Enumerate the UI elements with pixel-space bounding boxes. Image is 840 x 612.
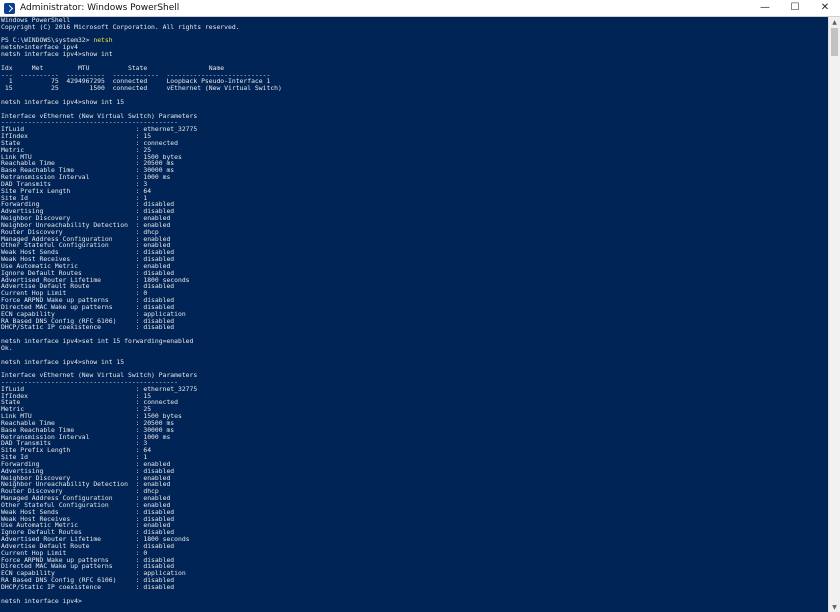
window-title: Administrator: Windows PowerShell [20,3,180,13]
console-line: DHCP/Static IP coexistence : disabled [1,323,175,332]
console-line: netsh interface ipv4>show int [1,50,113,59]
close-button[interactable]: ✕ [810,0,840,16]
console-line: netsh interface ipv4> [1,596,82,605]
scroll-thumb[interactable] [831,28,838,56]
console-line: netsh interface ipv4>show int 15 [1,97,125,106]
minimize-button[interactable]: — [750,0,780,16]
window-controls: — ☐ ✕ [750,0,840,16]
console-line: Copyright (C) 2016 Microsoft Corporation… [1,22,240,31]
console-line: netsh interface ipv4>set int 15 forwardi… [1,337,194,345]
title-bar[interactable]: Administrator: Windows PowerShell — ☐ ✕ [0,0,840,17]
console-output[interactable]: Windows PowerShell Copyright (C) 2016 Mic… [0,17,829,612]
powershell-icon[interactable] [4,2,15,14]
scroll-up-icon[interactable]: ▲ [829,17,840,27]
scroll-down-icon[interactable]: ▼ [829,602,840,612]
console-line: Ok. [1,343,13,352]
vertical-scrollbar[interactable]: ▲ ▼ [828,17,840,612]
console-line: DHCP/Static IP coexistence : disabled [1,582,175,591]
typed-command: netsh [93,36,113,45]
powershell-window: Administrator: Windows PowerShell — ☐ ✕ … [0,0,840,612]
console-line: 15 25 1500 connected vEthernet (New Virt… [1,84,282,93]
console-line: netsh interface ipv4>show int 15 [1,357,125,366]
maximize-button[interactable]: ☐ [780,0,810,16]
